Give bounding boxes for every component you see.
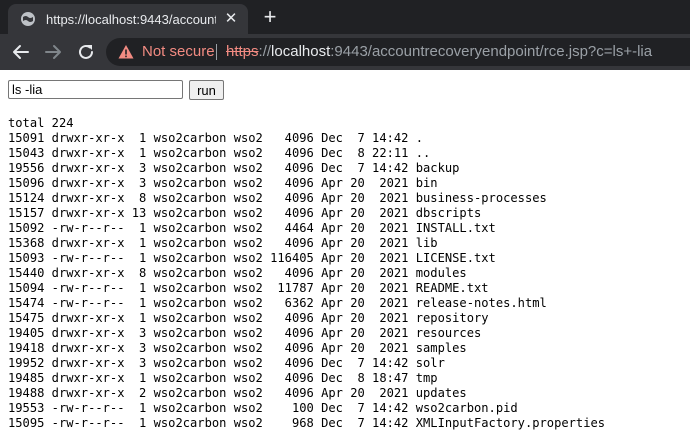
output-line: 15124 drwxr-xr-x 8 wso2carbon wso2 4096 … xyxy=(8,191,547,205)
command-output: total 224 15091 drwxr-xr-x 1 wso2carbon … xyxy=(8,116,605,431)
command-input[interactable] xyxy=(8,80,183,99)
output-line: 15157 drwxr-xr-x 13 wso2carbon wso2 4096… xyxy=(8,206,482,220)
warning-icon xyxy=(118,45,134,59)
output-line: 15091 drwxr-xr-x 1 wso2carbon wso2 4096 … xyxy=(8,131,424,145)
output-line: 15440 drwxr-xr-x 8 wso2carbon wso2 4096 … xyxy=(8,266,467,280)
output-line: 15368 drwxr-xr-x 1 wso2carbon wso2 4096 … xyxy=(8,236,438,250)
output-line: 15093 -rw-r--r-- 1 wso2carbon wso2 11640… xyxy=(8,251,496,265)
output-line: 19556 drwxr-xr-x 3 wso2carbon wso2 4096 … xyxy=(8,161,460,175)
close-tab-icon[interactable]: ✕ xyxy=(222,10,240,28)
url-scheme-separator: :// xyxy=(258,43,272,60)
browser-tab-strip: https://localhost:9443/accountrec ✕ + xyxy=(0,0,690,34)
output-line: 19488 drwxr-xr-x 2 wso2carbon wso2 4096 … xyxy=(8,386,467,400)
output-line: 15095 -rw-r--r-- 1 wso2carbon wso2 968 D… xyxy=(8,416,606,430)
forward-arrow-icon[interactable] xyxy=(42,41,64,63)
reload-icon[interactable] xyxy=(75,41,97,63)
output-line: 15475 drwxr-xr-x 1 wso2carbon wso2 4096 … xyxy=(8,311,489,325)
url-scheme: https xyxy=(226,43,259,60)
output-line: 19952 drwxr-xr-x 3 wso2carbon wso2 4096 … xyxy=(8,356,445,370)
run-button[interactable]: run xyxy=(189,80,224,100)
output-line: 19418 drwxr-xr-x 3 wso2carbon wso2 4096 … xyxy=(8,341,467,355)
new-tab-button[interactable]: + xyxy=(258,6,282,30)
output-line: 15043 drwxr-xr-x 1 wso2carbon wso2 4096 … xyxy=(8,146,431,160)
output-line: 15474 -rw-r--r-- 1 wso2carbon wso2 6362 … xyxy=(8,296,547,310)
output-line: 15094 -rw-r--r-- 1 wso2carbon wso2 11787… xyxy=(8,281,489,295)
address-bar[interactable]: Not secure https://localhost:9443/accoun… xyxy=(106,38,690,66)
output-line: 15096 drwxr-xr-x 3 wso2carbon wso2 4096 … xyxy=(8,176,438,190)
tab-title: https://localhost:9443/accountrec xyxy=(46,12,216,27)
output-line: 19553 -rw-r--r-- 1 wso2carbon wso2 100 D… xyxy=(8,401,518,415)
globe-icon xyxy=(21,12,35,26)
output-line: 19405 drwxr-xr-x 3 wso2carbon wso2 4096 … xyxy=(8,326,482,340)
security-indicator[interactable]: Not secure xyxy=(142,43,215,61)
browser-tab[interactable]: https://localhost:9443/accountrec ✕ xyxy=(8,4,248,34)
address-separator xyxy=(216,44,217,60)
browser-toolbar: Not secure https://localhost:9443/accoun… xyxy=(0,34,690,70)
output-line: 19485 drwxr-xr-x 1 wso2carbon wso2 4096 … xyxy=(8,371,438,385)
url-text[interactable]: https://localhost:9443/accountrecoveryen… xyxy=(226,43,652,61)
url-path: :9443/accountrecoveryendpoint/rce.jsp?c=… xyxy=(330,43,653,60)
url-host: localhost xyxy=(271,43,331,60)
output-line: 15092 -rw-r--r-- 1 wso2carbon wso2 4464 … xyxy=(8,221,496,235)
back-arrow-icon[interactable] xyxy=(10,41,32,63)
output-total-line: total 224 xyxy=(8,116,74,130)
